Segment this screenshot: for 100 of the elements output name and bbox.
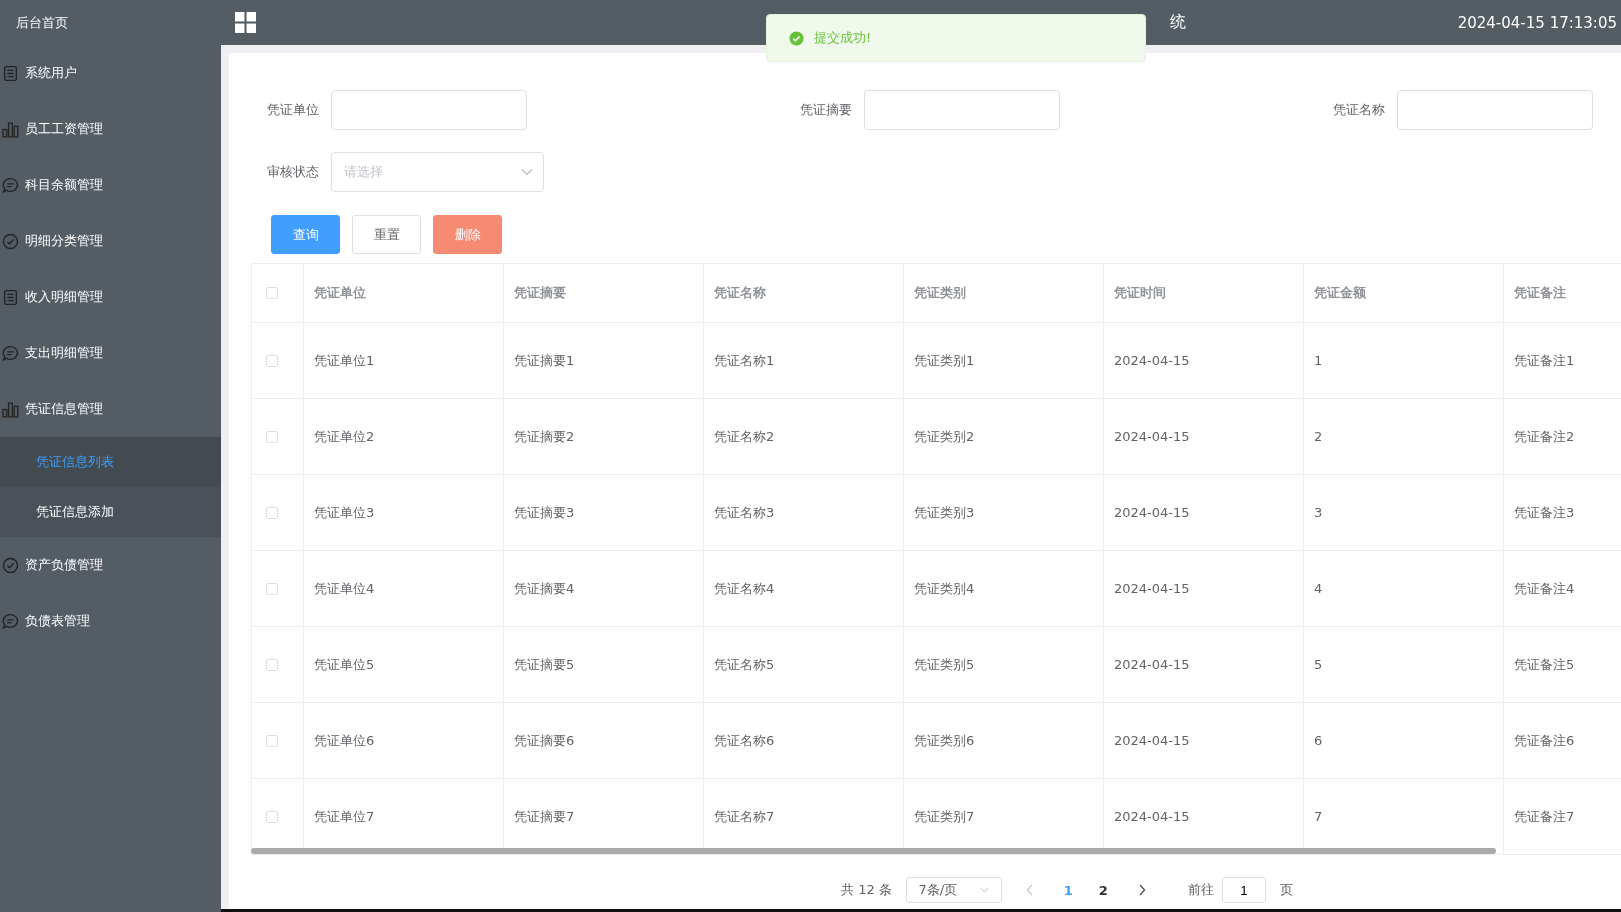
table-cell: 凭证名称1 [704,323,904,398]
table-cell: 2024-04-15 [1104,627,1304,702]
checkbox[interactable] [266,287,278,299]
table-cell: 6 [1304,703,1504,778]
action-button[interactable]: 重置 [352,215,421,254]
grid-icon[interactable] [235,12,256,33]
menu-item[interactable]: 支出明细管理 [0,325,221,381]
table-cell: 2024-04-15 [1104,703,1304,778]
column-header: 凭证时间 [1104,264,1304,322]
menu-item[interactable]: 负债表管理 [0,593,221,649]
next-icon[interactable] [1137,884,1146,896]
page-number[interactable]: 2 [1092,882,1114,898]
input-field[interactable] [331,90,527,130]
menu-item[interactable]: 科目余额管理 [0,157,221,213]
page-input[interactable]: 1 [1221,877,1266,903]
table-cell: 凭证备注3 [1504,475,1621,550]
table-cell: 凭证摘要1 [504,323,704,398]
table-cell: 2024-04-15 [1104,323,1304,398]
column-header: 凭证备注 [1504,264,1621,322]
filter-label: 审核状态 [266,163,319,181]
input-field[interactable] [864,90,1060,130]
column-header: 凭证摘要 [504,264,704,322]
table-cell: 2024-04-15 [1104,551,1304,626]
bar-chart-icon [2,120,19,138]
menu-item[interactable]: 后台首页 [0,0,221,45]
column-header: 凭证单位 [304,264,504,322]
column-header: 凭证名称 [704,264,904,322]
table-cell: 2 [1304,399,1504,474]
chat-icon [2,612,19,630]
checkbox[interactable] [266,354,278,367]
table-cell: 凭证备注5 [1504,627,1621,702]
menu-item[interactable]: 资产负债管理 [0,537,221,593]
goto-label: 前往 [1187,881,1214,899]
table-cell: 凭证单位4 [304,551,504,626]
table-cell: 凭证摘要4 [504,551,704,626]
table-cell: 1 [1304,323,1504,398]
check-circle-icon [2,556,19,574]
table-cell: 凭证单位2 [304,399,504,474]
table-cell: 凭证类别1 [904,323,1104,398]
checkbox[interactable] [266,430,278,443]
filter-label: 凭证摘要 [799,101,852,119]
menu-item[interactable]: 明细分类管理 [0,213,221,269]
table-cell: 凭证类别5 [904,627,1104,702]
table-cell: 凭证类别6 [904,703,1104,778]
table-cell: 凭证名称4 [704,551,904,626]
chat-icon [2,344,19,362]
document-icon [2,288,19,306]
table-cell: 凭证备注1 [1504,323,1621,398]
table-cell: 4 [1304,551,1504,626]
caret-icon [980,887,990,893]
toast-message: 提交成功! [814,29,872,47]
table-cell: 3 [1304,475,1504,550]
table-cell: 凭证备注4 [1504,551,1621,626]
checkbox[interactable] [266,658,278,671]
table-cell: 凭证名称6 [704,703,904,778]
column-header: 凭证类别 [904,264,1104,322]
table-cell: 凭证类别3 [904,475,1104,550]
submenu-item[interactable]: 凭证信息添加 [0,487,221,537]
chat-icon [2,176,19,194]
menu-item[interactable]: 收入明细管理 [0,269,221,325]
column-header: 凭证金额 [1304,264,1504,322]
table-cell: 凭证类别2 [904,399,1104,474]
table-cell: 凭证名称3 [704,475,904,550]
menu-item[interactable]: 员工工资管理 [0,101,221,157]
table-cell: 凭证单位3 [304,475,504,550]
table-cell: 凭证备注2 [1504,399,1621,474]
check-circle-icon [2,232,19,250]
total-count: 共 12 条 [841,881,892,899]
table-cell: 凭证名称5 [704,627,904,702]
filter-label: 凭证单位 [266,101,319,119]
checkbox[interactable] [266,810,278,823]
previous-icon[interactable] [1025,884,1034,896]
page-unit: 页 [1279,881,1293,899]
caret-icon [521,168,533,176]
table-cell: 凭证备注7 [1504,779,1621,854]
filter-label: 凭证名称 [1332,101,1385,119]
app-title: 统 [1170,12,1186,33]
document-icon [2,64,19,82]
table-cell: 2024-04-15 [1104,475,1304,550]
table-cell: 凭证类别4 [904,551,1104,626]
table-cell: 凭证摘要5 [504,627,704,702]
bar-chart-icon [2,400,19,418]
success-icon [789,30,804,46]
table-cell: 凭证摘要3 [504,475,704,550]
table-cell: 凭证单位1 [304,323,504,398]
table-cell: 凭证名称2 [704,399,904,474]
table-cell: 凭证摘要6 [504,703,704,778]
table-cell: 凭证单位5 [304,627,504,702]
menu-item[interactable]: 系统用户 [0,45,221,101]
checkbox[interactable] [266,506,278,519]
checkbox[interactable] [266,582,278,595]
checkbox[interactable] [266,734,278,747]
page-size-select[interactable]: 7条/页 [905,877,1002,903]
input-field[interactable] [1397,90,1593,130]
table-cell: 凭证单位6 [304,703,504,778]
table-cell: 凭证备注6 [1504,703,1621,778]
table-cell: 凭证摘要2 [504,399,704,474]
table-cell: 5 [1304,627,1504,702]
menu-item[interactable]: 凭证信息管理 [0,381,221,437]
table-cell: 2024-04-15 [1104,399,1304,474]
